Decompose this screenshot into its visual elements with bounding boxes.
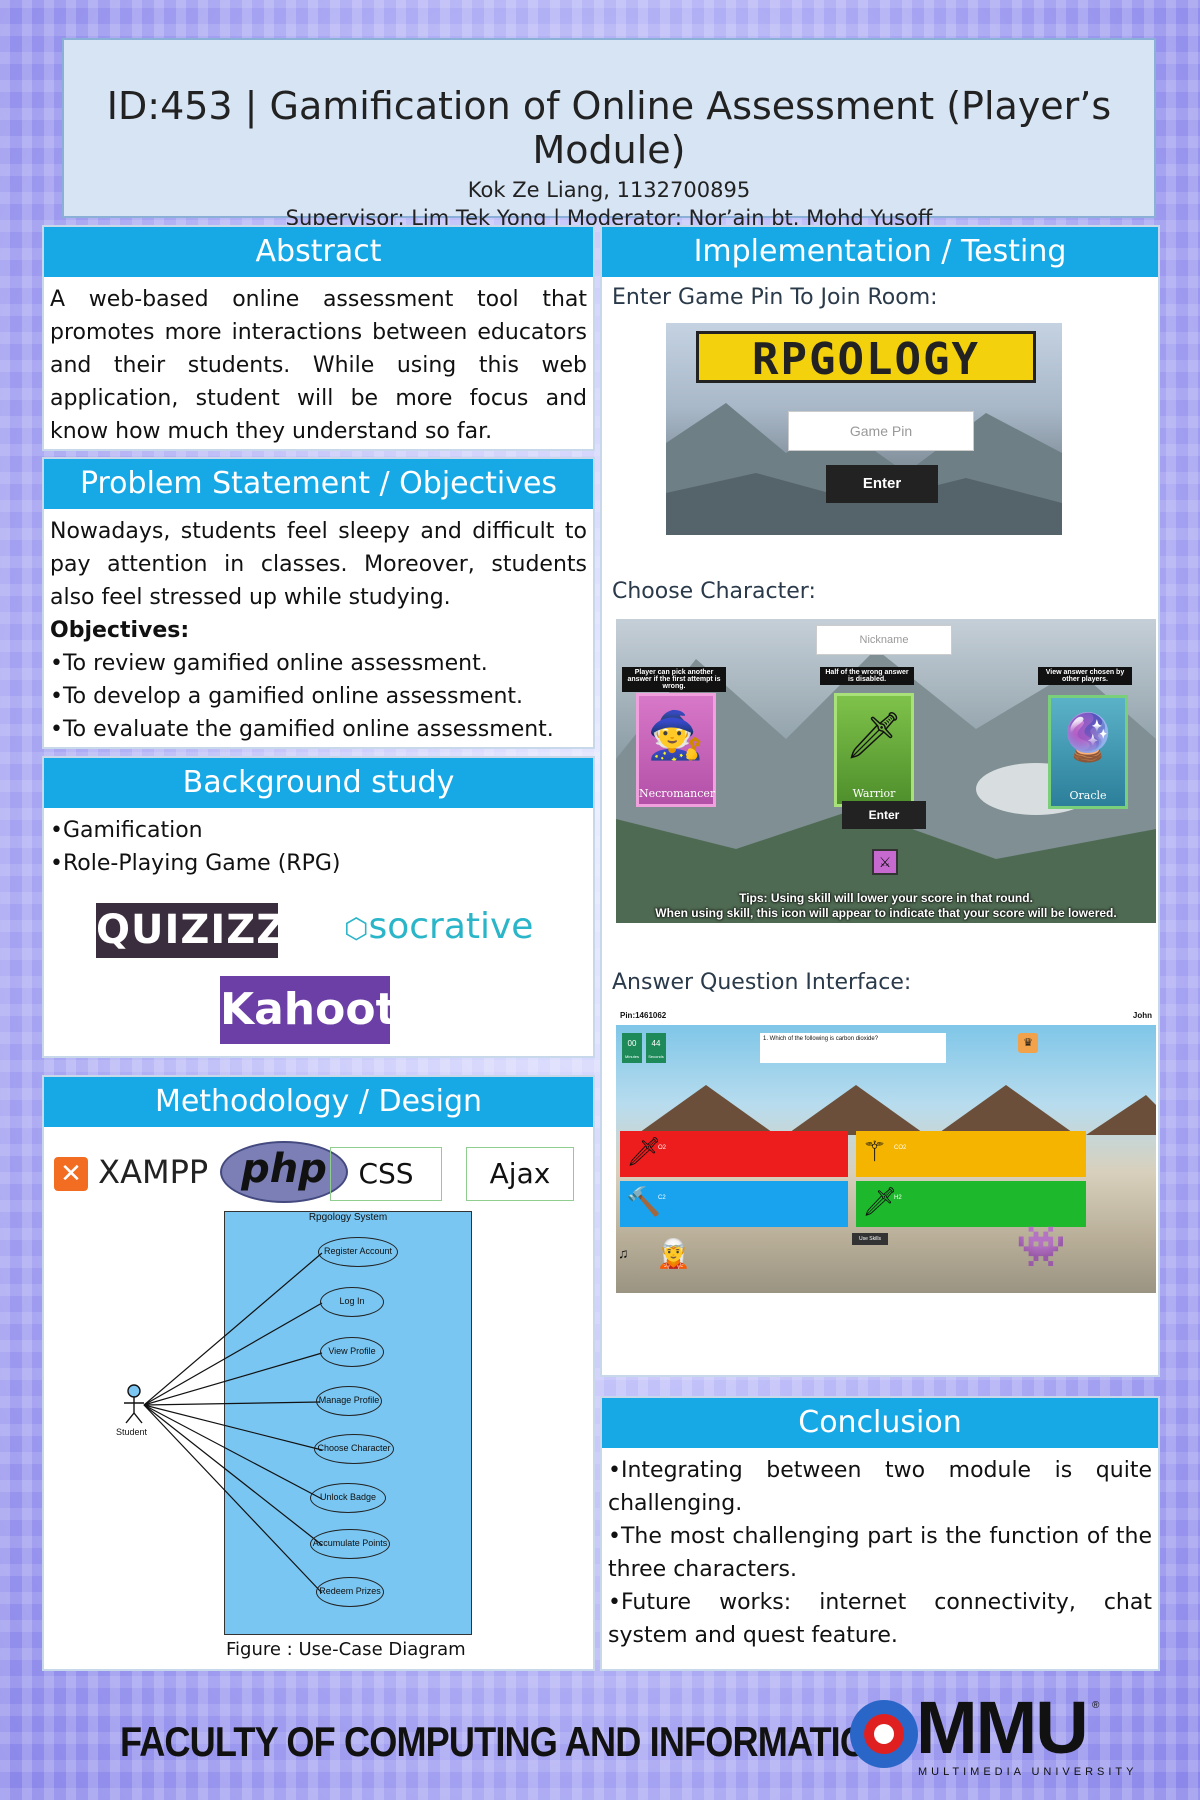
mountain-backdrop	[666, 403, 1062, 535]
poster-header: ID:453 | Gamification of Online Assessme…	[62, 38, 1156, 230]
problem-title: Problem Statement / Objectives	[44, 459, 593, 509]
staff-icon: ⚚	[862, 1136, 888, 1167]
use-case-ellipse: Redeem Prizes	[316, 1577, 384, 1607]
background-item: •Role-Playing Game (RPG)	[50, 851, 341, 876]
timer-seconds: 44 Seconds	[646, 1033, 666, 1063]
warrior-card[interactable]: 🗡 Warrior	[834, 693, 914, 807]
mmu-logo-text: MMU	[916, 1686, 1089, 1769]
game-scene: 00 Minutes 44 Seconds 1. Which of the foll…	[616, 1025, 1156, 1293]
author-line: Kok Ze Liang, 1132700895	[467, 178, 751, 202]
background-title: Background study	[44, 758, 593, 808]
nickname-input[interactable]: Nickname	[816, 625, 952, 655]
conclusion-item: •Integrating between two module is quite…	[608, 1458, 1152, 1516]
answer-screenshot: Pin:1461062 John 00 Minutes 44 Seconds 1. …	[616, 1009, 1156, 1293]
use-case-ellipse: Accumulate Points	[310, 1529, 390, 1559]
registered-mark: ®	[1092, 1700, 1100, 1711]
crown-icon[interactable]: ♛	[1018, 1033, 1038, 1053]
methodology-panel: Methodology / Design ✕ XAMPP php CSS Aja…	[42, 1075, 595, 1671]
sword-icon: 🗡	[626, 1136, 662, 1167]
dagger-icon: 🗡	[862, 1186, 898, 1217]
quizizz-logo: QUIZIZZ	[96, 903, 285, 958]
warrior-icon: 🗡	[844, 709, 904, 761]
conclusion-item: •The most challenging part is the functi…	[608, 1524, 1152, 1582]
background-panel: Background study •Gamification •Role-Pla…	[42, 756, 595, 1058]
conclusion-panel: Conclusion •Integrating between two modu…	[600, 1396, 1160, 1671]
join-label: Enter Game Pin To Join Room:	[612, 285, 938, 310]
character-tip: Player can pick another answer if the fi…	[622, 667, 726, 692]
oracle-card[interactable]: 🔮 Oracle	[1048, 695, 1128, 809]
objective-item: •To evaluate the gamified online assessm…	[50, 717, 554, 742]
choose-label: Choose Character:	[612, 579, 816, 604]
problem-panel: Problem Statement / Objectives Nowadays,…	[42, 457, 595, 749]
university-name: MULTIMEDIA UNIVERSITY	[918, 1766, 1138, 1778]
necromancer-card[interactable]: 🧙 Necromancer	[636, 693, 716, 807]
tips-line-2: When using skill, this icon will appear …	[655, 906, 1117, 920]
answer-option[interactable]: 🗡 H2	[856, 1181, 1086, 1227]
character-enter-button[interactable]: Enter	[842, 801, 926, 829]
pin-text: Pin:1461062	[620, 1011, 667, 1020]
objectives-label: Objectives:	[50, 618, 190, 643]
abstract-text: A web-based online assessment tool that …	[50, 287, 587, 444]
character-tip: Half of the wrong answer is disabled.	[820, 667, 914, 685]
implementation-title: Implementation / Testing	[602, 227, 1158, 277]
hammer-icon: 🔨	[626, 1186, 661, 1217]
use-case-ellipse: Choose Character	[314, 1434, 394, 1464]
tips-line-1: Tips: Using skill will lower your score …	[739, 891, 1033, 905]
use-case-ellipse: Manage Profile	[316, 1386, 382, 1416]
answer-option[interactable]: ⚚ CO2	[856, 1131, 1086, 1177]
use-case-ellipse: Log In	[320, 1287, 384, 1317]
poster-title: ID:453 | Gamification of Online Assessme…	[106, 84, 1112, 172]
rpgology-logo: RPGOLOGY	[696, 331, 1036, 385]
question-box: 1. Which of the following is carbon diox…	[760, 1033, 946, 1063]
implementation-panel: Implementation / Testing Enter Game Pin …	[600, 225, 1160, 1377]
monster-sprite-icon: 👾	[1016, 1225, 1066, 1269]
conclusion-title: Conclusion	[602, 1398, 1158, 1448]
abstract-title: Abstract	[44, 227, 593, 277]
skill-indicator-icon: ⚔	[872, 849, 898, 875]
conclusion-item: •Future works: internet connectivity, ch…	[608, 1590, 1152, 1648]
student-actor-icon	[124, 1384, 144, 1424]
game-pin-input[interactable]: Game Pin	[788, 411, 974, 451]
kahoot-logo: Kahoot!	[220, 976, 417, 1044]
timer-minutes: 00 Minutes	[622, 1033, 642, 1063]
diagram-caption: Figure : Use-Case Diagram	[226, 1639, 466, 1660]
background-item: •Gamification	[50, 818, 203, 843]
objective-item: •To develop a gamified online assessment…	[50, 684, 524, 709]
choose-character-screenshot: Nickname Player can pick another answer …	[616, 619, 1156, 923]
use-skills-button[interactable]: Use Skills	[852, 1233, 888, 1245]
faculty-name: FACULTY OF COMPUTING AND INFORMATICS	[120, 1718, 889, 1765]
problem-text: Nowadays, students feel sleepy and diffi…	[50, 519, 587, 610]
use-case-ellipse: Unlock Badge	[310, 1483, 386, 1513]
answer-label: Answer Question Interface:	[612, 970, 912, 995]
actor-label: Student	[116, 1427, 148, 1437]
abstract-panel: Abstract A web-based online assessment t…	[42, 225, 595, 451]
answer-option[interactable]: 🗡 O2	[620, 1131, 848, 1177]
use-case-ellipse: View Profile	[320, 1337, 384, 1367]
objective-item: •To review gamified online assessment.	[50, 651, 488, 676]
player-name: John	[1132, 1011, 1152, 1020]
character-tip: View answer chosen by other players.	[1038, 667, 1132, 685]
player-sprite-icon: 🧝	[656, 1238, 691, 1269]
enter-button[interactable]: Enter	[826, 465, 938, 503]
join-room-screenshot: RPGOLOGY Game Pin Enter	[666, 323, 1062, 535]
oracle-icon: 🔮	[1059, 711, 1117, 763]
socrative-logo: ⬡socrative	[344, 906, 534, 947]
necromancer-icon: 🧙	[647, 709, 705, 761]
hexagon-icon: ⬡	[344, 912, 369, 945]
mmu-emblem-icon	[850, 1700, 918, 1768]
use-case-ellipse: Register Account	[318, 1237, 398, 1267]
music-icon[interactable]: ♫	[618, 1245, 629, 1261]
answer-option[interactable]: 🔨 C2	[620, 1181, 848, 1227]
